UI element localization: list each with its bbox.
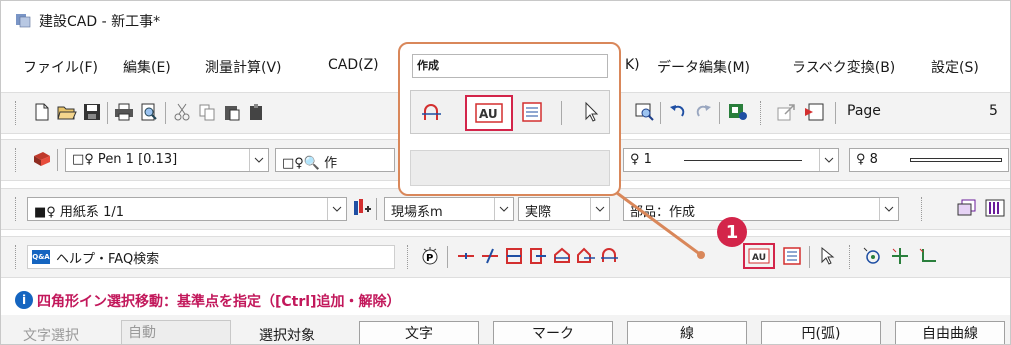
cursor-icon[interactable] bbox=[581, 101, 603, 123]
svg-text:AU: AU bbox=[479, 107, 498, 121]
callout-badge: 1 bbox=[717, 217, 747, 247]
zoom-toolbar: AU bbox=[410, 90, 610, 134]
zoom-strip bbox=[410, 150, 610, 186]
text-area-tool-highlight[interactable]: AU bbox=[465, 95, 513, 131]
attribute-tool-icon[interactable] bbox=[521, 101, 543, 123]
curve-tool-icon[interactable] bbox=[421, 101, 443, 123]
zoom-panel: 作成 AU bbox=[398, 42, 621, 196]
app-window: 建設CAD - 新工事* ファイル(F) 編集(E) 測量計算(V) CAD(Z… bbox=[0, 0, 1011, 345]
zoom-panel-title: 作成 bbox=[412, 54, 608, 78]
toolbar-separator bbox=[561, 101, 562, 125]
